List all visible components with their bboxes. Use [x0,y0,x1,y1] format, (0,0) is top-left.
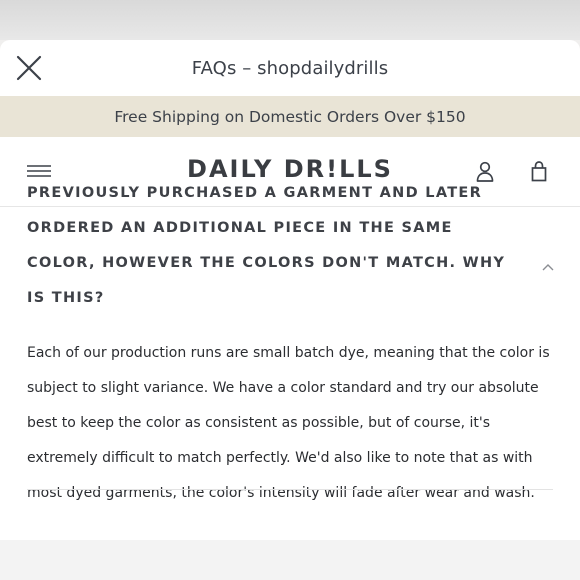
modal-title: FAQs – shopdailydrills [191,57,389,79]
close-icon [16,55,42,81]
modal-header: FAQs – shopdailydrills [0,40,580,96]
faq-divider [27,489,553,490]
background-overlay [0,0,580,40]
faq-answer: Each of our production runs are small ba… [27,345,550,501]
close-button[interactable] [14,53,44,83]
cart-button[interactable] [528,160,550,184]
shipping-banner: Free Shipping on Domestic Orders Over $1… [0,96,580,137]
faq-toggle-button[interactable] [540,259,556,273]
bottom-background [0,540,580,580]
chevron-up-icon [542,264,554,271]
faq-question[interactable]: PREVIOUSLY PURCHASED A GARMENT AND LATER… [27,176,507,316]
shopping-bag-icon [531,161,547,182]
